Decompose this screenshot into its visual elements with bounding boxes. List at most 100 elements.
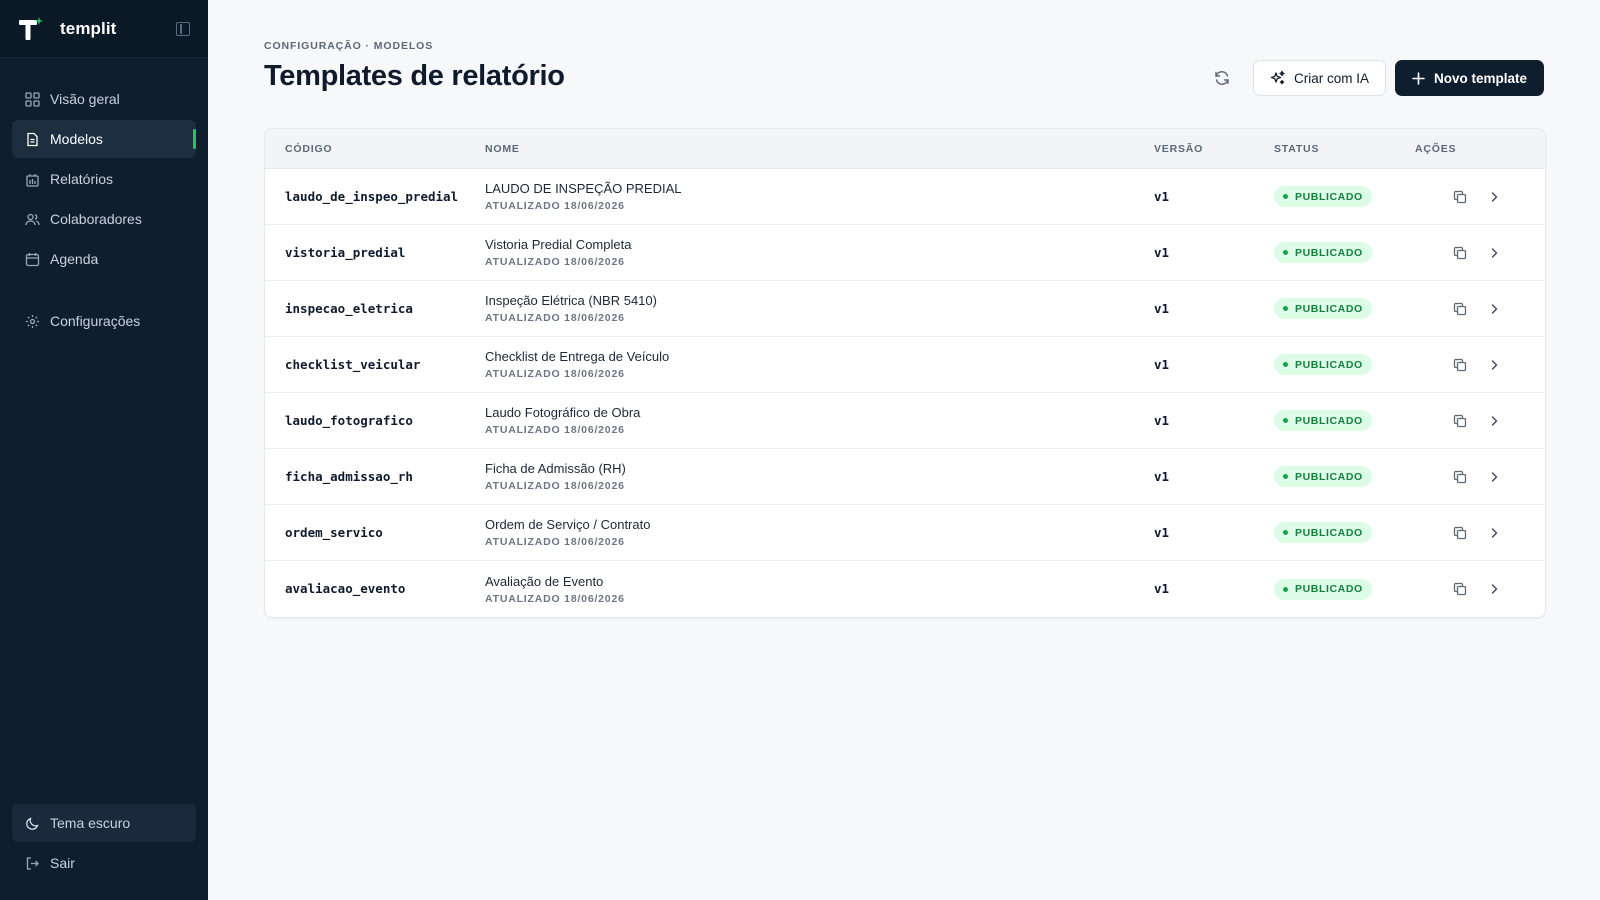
sidebar-footer: Tema escuro Sair [12, 804, 196, 884]
template-version: v1 [1154, 244, 1170, 260]
copy-icon [1453, 190, 1467, 204]
template-code: ordem_servico [285, 524, 383, 540]
table-row[interactable]: avaliacao_evento Avaliação de Evento ATU… [265, 561, 1545, 617]
table-row[interactable]: laudo_fotografico Laudo Fotográfico de O… [265, 393, 1545, 449]
templates-table: CÓDIGO NOME VERSÃO STATUS AÇÕES laudo_de… [264, 128, 1546, 618]
open-template-button[interactable] [1482, 521, 1506, 545]
status-label: PUBLICADO [1295, 190, 1363, 203]
sidebar-item-label: Configurações [50, 313, 141, 329]
table-row[interactable]: ordem_servico Ordem de Serviço / Contrat… [265, 505, 1545, 561]
chevron-right-icon [1488, 583, 1500, 595]
sidebar-item-colaboradores[interactable]: Colaboradores [12, 200, 196, 238]
open-template-button[interactable] [1482, 185, 1506, 209]
main-content: CONFIGURAÇÃO · MODELOS Templates de rela… [208, 0, 1600, 900]
status-dot-icon [1283, 418, 1288, 423]
copy-icon [1453, 526, 1467, 540]
column-header-actions: AÇÕES [1415, 142, 1457, 155]
template-name: Checklist de Entrega de Veículo [485, 349, 670, 364]
template-version: v1 [1154, 356, 1170, 372]
status-label: PUBLICADO [1295, 583, 1363, 595]
chevron-right-icon [1488, 415, 1500, 427]
copy-icon [1453, 582, 1467, 596]
sidebar-item-label: Relatórios [50, 171, 114, 187]
duplicate-button[interactable] [1448, 577, 1472, 601]
template-updated: ATUALIZADO 18/06/2026 [485, 536, 625, 548]
logout-label: Sair [50, 855, 75, 871]
column-header-status[interactable]: STATUS [1274, 143, 1415, 155]
template-version: v1 [1154, 300, 1170, 316]
open-template-button[interactable] [1482, 241, 1506, 265]
column-header-version[interactable]: VERSÃO [1154, 143, 1274, 155]
template-code: avaliacao_evento [285, 581, 406, 596]
table-row[interactable]: vistoria_predial Vistoria Predial Comple… [265, 225, 1545, 281]
column-header-name[interactable]: NOME [485, 143, 1154, 155]
template-code: checklist_veicular [285, 356, 421, 372]
copy-icon [1453, 470, 1467, 484]
duplicate-button[interactable] [1448, 465, 1472, 489]
chevron-right-icon [1488, 471, 1500, 483]
theme-toggle-button[interactable]: Tema escuro [12, 804, 196, 842]
duplicate-button[interactable] [1448, 521, 1472, 545]
template-version: v1 [1154, 468, 1170, 484]
templit-logo-icon[interactable] [18, 16, 44, 42]
duplicate-button[interactable] [1448, 185, 1472, 209]
sidebar-item-visao-geral[interactable]: Visão geral [12, 80, 196, 118]
refresh-button[interactable] [1207, 63, 1237, 93]
duplicate-button[interactable] [1448, 241, 1472, 265]
template-name: Laudo Fotográfico de Obra [485, 405, 641, 420]
chevron-right-icon [1488, 359, 1500, 371]
status-badge: PUBLICADO [1274, 410, 1372, 431]
template-updated: ATUALIZADO 18/06/2026 [485, 312, 625, 324]
grid-icon [25, 91, 40, 107]
theme-toggle-label: Tema escuro [50, 815, 131, 831]
table-row[interactable]: ficha_admissao_rh Ficha de Admissão (RH)… [265, 449, 1545, 505]
chevron-right-icon [1488, 247, 1500, 259]
status-badge: PUBLICADO [1274, 466, 1372, 487]
table-body: laudo_de_inspeo_predial LAUDO DE INSPEÇÃ… [265, 169, 1545, 617]
status-dot-icon [1283, 194, 1288, 199]
app-name: templit [60, 18, 117, 38]
duplicate-button[interactable] [1448, 297, 1472, 321]
sidebar-item-agenda[interactable]: Agenda [12, 240, 196, 278]
status-badge: PUBLICADO [1274, 522, 1372, 543]
template-name: Avaliação de Evento [485, 573, 604, 589]
status-dot-icon [1283, 362, 1288, 367]
sidebar-item-label: Colaboradores [50, 211, 142, 227]
column-header-code[interactable]: CÓDIGO [265, 143, 485, 155]
table-row[interactable]: inspecao_eletrica Inspeção Elétrica (NBR… [265, 281, 1545, 337]
template-version: v1 [1154, 188, 1170, 204]
duplicate-button[interactable] [1448, 353, 1472, 377]
open-template-button[interactable] [1482, 577, 1506, 601]
open-template-button[interactable] [1482, 465, 1506, 489]
status-badge: PUBLICADO [1274, 186, 1372, 207]
sidebar-item-relatorios[interactable]: Relatórios [12, 160, 196, 198]
status-dot-icon [1283, 530, 1288, 535]
sidebar: templit Visão geral Modelos Relatórios C… [0, 0, 208, 900]
new-template-button[interactable]: Novo template [1394, 60, 1544, 96]
copy-icon [1453, 246, 1467, 260]
template-updated: ATUALIZADO 18/06/2026 [485, 368, 625, 380]
template-code: ficha_admissao_rh [285, 468, 413, 484]
template-name: LAUDO DE INSPEÇÃO PREDIAL [485, 181, 682, 196]
sidebar-item-configuracoes[interactable]: Configurações [12, 302, 196, 340]
create-with-ai-button[interactable]: Criar com IA [1252, 60, 1386, 96]
table-row[interactable]: laudo_de_inspeo_predial LAUDO DE INSPEÇÃ… [265, 169, 1545, 225]
template-updated: ATUALIZADO 18/06/2026 [485, 592, 625, 605]
chevron-right-icon [1488, 527, 1500, 539]
table-row[interactable]: checklist_veicular Checklist de Entrega … [265, 337, 1545, 393]
open-template-button[interactable] [1482, 353, 1506, 377]
open-template-button[interactable] [1482, 409, 1506, 433]
open-template-button[interactable] [1482, 297, 1506, 321]
status-label: PUBLICADO [1295, 302, 1363, 315]
chevron-right-icon [1488, 191, 1500, 203]
logout-button[interactable]: Sair [12, 844, 196, 882]
document-icon [25, 132, 40, 147]
duplicate-button[interactable] [1448, 409, 1472, 433]
sidebar-item-modelos[interactable]: Modelos [12, 120, 196, 158]
moon-icon [25, 816, 40, 831]
template-updated: ATUALIZADO 18/06/2026 [485, 424, 625, 436]
template-updated: ATUALIZADO 18/06/2026 [485, 200, 625, 212]
collapse-sidebar-icon[interactable] [176, 21, 190, 36]
table-header: CÓDIGO NOME VERSÃO STATUS AÇÕES [265, 129, 1545, 169]
template-updated: ATUALIZADO 18/06/2026 [485, 480, 625, 492]
